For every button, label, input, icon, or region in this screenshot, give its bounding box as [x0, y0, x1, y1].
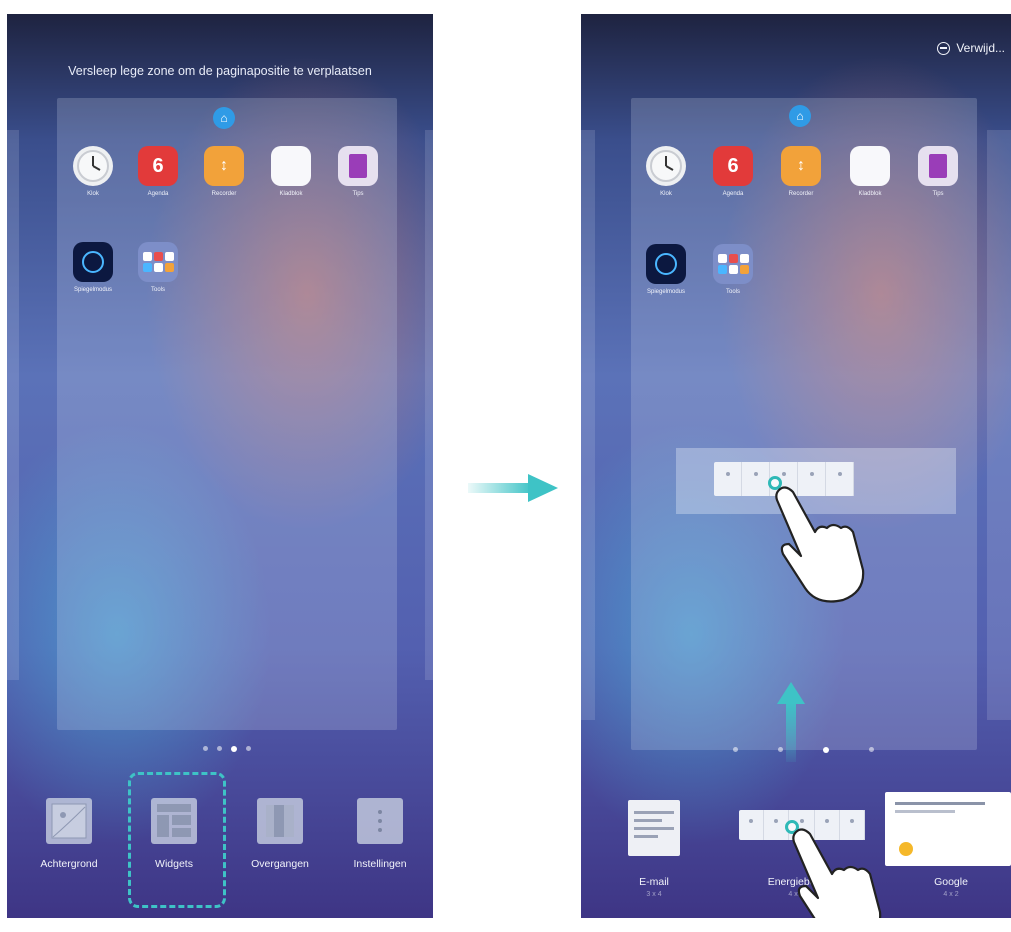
notepad-icon	[850, 146, 890, 186]
transitions-icon	[257, 798, 303, 844]
page-dot	[217, 746, 222, 751]
page-dot	[203, 746, 208, 751]
app-label: Kladblok	[279, 191, 303, 197]
widget-size: 3 x 4	[646, 891, 662, 898]
app-label: Recorder	[211, 191, 237, 197]
app-recorder[interactable]: ↕ Recorder	[193, 146, 255, 197]
clock-icon	[73, 146, 113, 186]
remove-button[interactable]: Verwijd...	[937, 41, 1005, 55]
app-agenda[interactable]: 6 Agenda	[127, 146, 189, 197]
page-dot-active	[823, 747, 829, 753]
app-label: Agenda	[722, 191, 744, 197]
tips-icon	[338, 146, 378, 186]
page-indicator	[733, 747, 874, 753]
widget-size: 4 x 2	[943, 891, 959, 898]
page-indicator	[203, 746, 251, 752]
widgets-highlight-box	[128, 772, 226, 908]
app-label: Agenda	[147, 191, 169, 197]
app-label: Klok	[660, 191, 672, 197]
app-label: Klok	[87, 191, 99, 197]
widget-label: Google	[934, 876, 968, 888]
widget-item-google[interactable]: Google 4 x 2	[906, 876, 996, 898]
next-page-preview[interactable]	[425, 130, 433, 680]
app-agenda[interactable]: 6 Agenda	[702, 146, 764, 197]
page-dot	[869, 747, 874, 752]
app-label: Tips	[352, 191, 364, 197]
hand-pointer-icon	[792, 828, 882, 918]
notepad-icon	[271, 146, 311, 186]
app-label: Tools	[725, 289, 740, 295]
calendar-icon: 6	[138, 146, 178, 186]
home-page-icon[interactable]: ⌂	[213, 107, 235, 129]
mirror-icon	[73, 242, 113, 282]
option-label: Overgangen	[251, 858, 309, 870]
app-notepad[interactable]: Kladblok	[839, 146, 901, 197]
app-recorder[interactable]: ↕ Recorder	[770, 146, 832, 197]
next-page-preview[interactable]	[987, 130, 1011, 720]
home-screen-widget-drag-right: Verwijd... ⌂ Klok 6 Agenda ↕ Recorder Kl…	[581, 14, 1011, 918]
app-label: Tips	[932, 191, 944, 197]
app-mirror[interactable]: Spiegelmodus	[62, 242, 124, 293]
app-label: Tools	[150, 287, 165, 293]
page-dot	[733, 747, 738, 752]
page-hint-text: Versleep lege zone om de paginapositie t…	[68, 64, 372, 78]
page-dot	[778, 747, 783, 752]
weather-sun-icon	[899, 842, 913, 856]
option-wallpaper[interactable]: Achtergrond	[24, 798, 114, 870]
previous-page-preview[interactable]	[581, 130, 595, 720]
app-tips[interactable]: Tips	[907, 146, 969, 197]
app-label: Spiegelmodus	[73, 287, 113, 293]
home-screen-edit-mode-left: Versleep lege zone om de paginapositie t…	[7, 14, 433, 918]
app-label: Recorder	[788, 191, 814, 197]
page-dot	[246, 746, 251, 751]
app-label: Kladblok	[858, 191, 882, 197]
calendar-icon: 6	[713, 146, 753, 186]
mirror-icon	[646, 244, 686, 284]
app-notepad[interactable]: Kladblok	[260, 146, 322, 197]
option-label: Instellingen	[353, 858, 407, 870]
app-clock[interactable]: Klok	[635, 146, 697, 197]
option-label: Achtergrond	[40, 858, 98, 870]
tools-folder-icon	[138, 242, 178, 282]
google-widget-preview[interactable]	[885, 792, 1011, 866]
wallpaper-icon	[46, 798, 92, 844]
option-settings[interactable]: Instellingen	[335, 798, 425, 870]
option-transitions[interactable]: Overgangen	[235, 798, 325, 870]
remove-icon	[937, 41, 951, 55]
home-page-icon[interactable]: ⌂	[789, 105, 811, 127]
tips-icon	[918, 146, 958, 186]
email-widget-preview[interactable]	[628, 800, 680, 856]
widget-item-email[interactable]: E-mail 3 x 4	[614, 876, 694, 898]
page-dot-active	[231, 746, 237, 752]
next-step-arrow-icon	[468, 474, 558, 502]
app-mirror[interactable]: Spiegelmodus	[635, 244, 697, 295]
recorder-icon: ↕	[781, 146, 821, 186]
app-clock[interactable]: Klok	[62, 146, 124, 197]
widget-label: E-mail	[639, 876, 669, 888]
clock-icon	[646, 146, 686, 186]
app-tips[interactable]: Tips	[327, 146, 389, 197]
tools-folder-icon	[713, 244, 753, 284]
app-tools-folder[interactable]: Tools	[127, 242, 189, 293]
recorder-icon: ↕	[204, 146, 244, 186]
hand-pointer-icon	[775, 486, 865, 603]
previous-page-preview[interactable]	[7, 130, 19, 680]
settings-icon	[357, 798, 403, 844]
app-label: Spiegelmodus	[646, 289, 686, 295]
app-tools-folder[interactable]: Tools	[702, 244, 764, 295]
remove-label: Verwijd...	[956, 41, 1005, 55]
